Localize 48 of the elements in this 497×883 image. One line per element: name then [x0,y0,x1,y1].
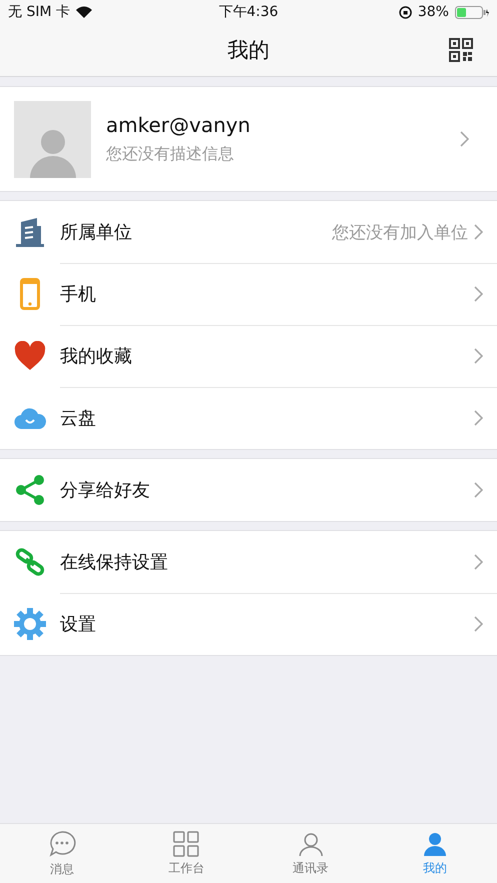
chevron-icon [474,224,483,240]
carrier-text: 无 SIM 卡 [8,3,70,21]
settings-icon [14,608,46,640]
tab-item[interactable]: 消息 [0,824,124,883]
menu-label: 设置 [60,613,97,636]
chevron-icon [460,131,469,147]
chevron-icon [474,410,483,426]
menu-label: 云盘 [60,407,97,430]
wifi-icon [76,6,92,18]
menu-label: 我的收藏 [60,345,133,368]
menu-label: 所属单位 [60,221,133,244]
contacts-icon [298,830,324,856]
battery-text: 38% [418,4,449,20]
share-icon [14,474,46,506]
menu-row[interactable]: 所属单位 您还没有加入单位 [0,201,497,263]
tab-item[interactable]: 工作台 [124,824,248,883]
user-name: amker@vanyn [106,113,252,137]
menu-row[interactable]: 云盘 [0,387,497,449]
qr-code-icon[interactable] [449,38,473,62]
building-icon [15,216,45,248]
menu-row[interactable]: 设置 [0,593,497,655]
chat-icon [48,830,76,858]
page-title: 我的 [228,37,270,64]
rotation-lock-icon [398,6,412,18]
menu-row[interactable]: 分享给好友 [0,459,497,521]
chevron-icon [474,616,483,632]
grid-icon [173,830,200,856]
tab-item[interactable]: 通讯录 [248,824,373,883]
menu-value: 您还没有加入单位 [332,222,468,244]
link-icon [15,547,45,577]
chevron-icon [474,286,483,302]
profile-description: 您还没有描述信息 [106,144,235,165]
chevron-icon [474,482,483,498]
menu-row[interactable]: 手机 [0,263,497,325]
menu-label: 分享给好友 [60,479,151,502]
menu-label: 手机 [60,283,97,306]
cloud-icon [14,406,46,430]
chevron-icon [474,348,483,364]
person-icon [422,830,448,856]
battery-icon [454,6,489,18]
menu-row[interactable]: 在线保持设置 [0,531,497,593]
phone-icon [20,278,40,310]
time-text: 下午4:36 [218,3,278,21]
heart-icon [14,341,46,371]
menu-label: 在线保持设置 [60,551,169,574]
profile-card[interactable]: amker@vanyn 您还没有描述信息 [0,86,497,192]
menu-row[interactable]: 我的收藏 [0,325,497,387]
chevron-icon [474,554,483,570]
